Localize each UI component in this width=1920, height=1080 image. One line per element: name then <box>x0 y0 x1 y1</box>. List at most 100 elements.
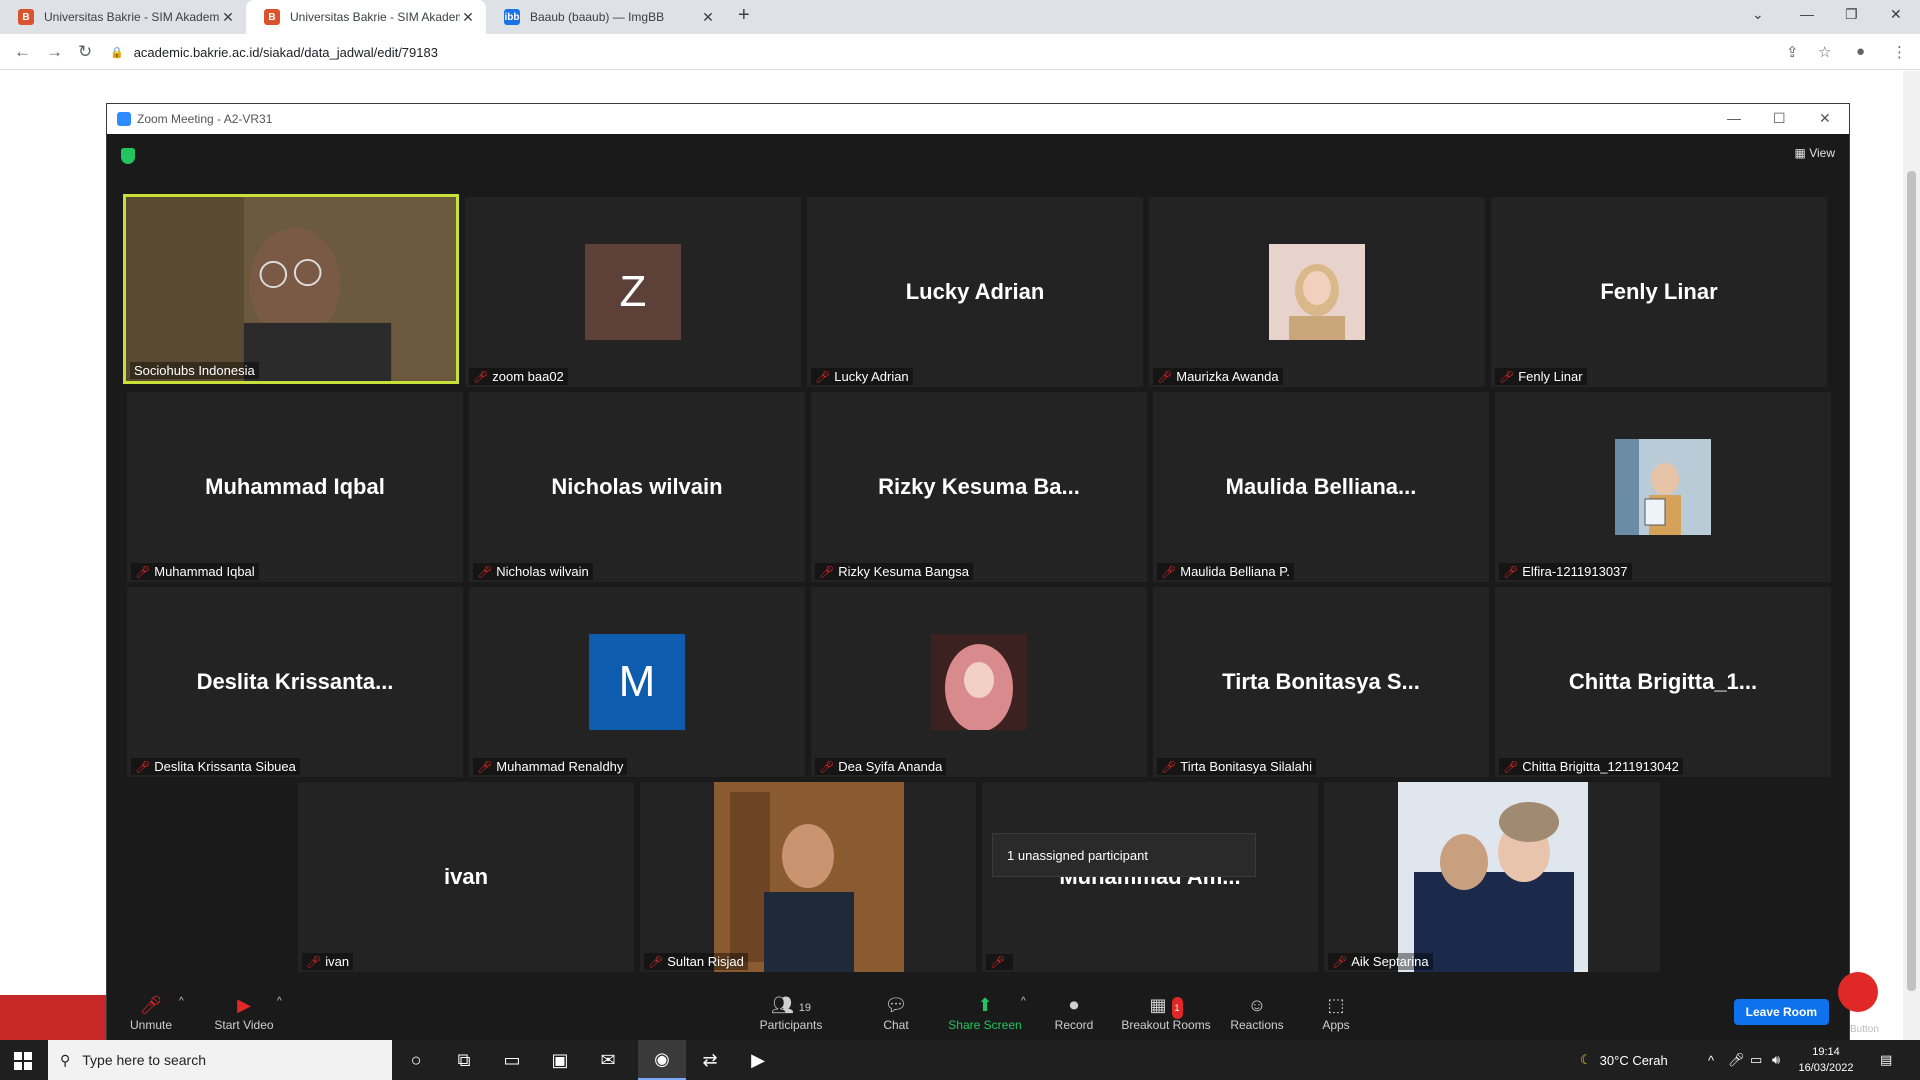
participants-button[interactable]: 👥︎ 19 Participants <box>746 994 836 1032</box>
participant-tile[interactable]: M 🎤︎ Muhammad Renaldhy <box>469 587 805 777</box>
close-tab-icon[interactable]: ✕ <box>700 9 716 26</box>
share-icon[interactable]: ⇪ <box>1786 43 1799 61</box>
reload-icon[interactable]: ↻ <box>78 42 92 62</box>
forward-arrow-icon[interactable]: → <box>46 42 63 62</box>
participant-tile[interactable]: Rizky Kesuma Ba... 🎤︎ Rizky Kesuma Bangsa <box>811 392 1147 582</box>
menu-kebab-icon[interactable]: ⋮ <box>1892 43 1907 61</box>
chrome-icon[interactable]: ◉ <box>638 1040 686 1080</box>
taskbar-search-input[interactable]: ⚲ Type here to search <box>48 1040 392 1080</box>
participant-tile[interactable]: Nicholas wilvain 🎤︎ Nicholas wilvain <box>469 392 805 582</box>
page-scrollbar[interactable] <box>1903 71 1920 1040</box>
browser-tab-2[interactable]: B Universitas Bakrie - SIM Akadem ✕ <box>246 0 486 34</box>
record-button[interactable]: ⏺︎ Record <box>1029 994 1119 1032</box>
zoom-minimize-button[interactable]: — <box>1727 110 1741 126</box>
participant-tile[interactable]: Muhammad Iqbal 🎤︎ Muhammad Iqbal <box>127 392 463 582</box>
new-tab-button[interactable]: + <box>738 4 750 27</box>
browser-tab-1[interactable]: B Universitas Bakrie - SIM Akadem ✕ <box>0 0 246 34</box>
share-screen-button[interactable]: ⬆︎ Share Screen <box>940 994 1030 1032</box>
close-tab-icon[interactable]: ✕ <box>220 9 236 26</box>
participant-tile[interactable]: Tirta Bonitasya S... 🎤︎ Tirta Bonitasya S… <box>1153 587 1489 777</box>
participant-name: Maurizka Awanda <box>1176 369 1279 384</box>
chat-label: Chat <box>883 1018 909 1032</box>
breakout-rooms-button[interactable]: ▦ 1 Breakout Rooms <box>1121 994 1211 1032</box>
audio-options-caret-icon[interactable]: ^ <box>179 996 184 1007</box>
tab-search-icon[interactable]: ⌄ <box>1752 6 1764 23</box>
start-video-button[interactable]: ▶︎ Start Video <box>199 994 289 1032</box>
chat-button[interactable]: 💬︎ Chat <box>851 994 941 1032</box>
reactions-button[interactable]: ☺︎ Reactions <box>1212 994 1302 1032</box>
task-view-icon[interactable]: ⧉ <box>440 1040 488 1080</box>
close-window-button[interactable]: ✕ <box>1890 6 1902 23</box>
meeting-controls-bar: 🎤︎ Unmute ^ ▶︎ Start Video ^ 👥︎ 19 Particip… <box>107 986 1849 1041</box>
participant-name: Nicholas wilvain <box>496 564 589 579</box>
address-bar[interactable]: 🔒 academic.bakrie.ac.id/siakad/data_jadw… <box>110 39 1770 65</box>
tray-overflow-icon[interactable]: ^ <box>1708 1040 1714 1080</box>
participant-tile[interactable]: Muhammad Am... 🎤︎ <box>982 782 1318 972</box>
zoom-app-icon[interactable]: ▶ <box>734 1040 782 1080</box>
browser-tab-3[interactable]: ibb Baaub (baaub) — ImgBB ✕ <box>486 0 726 34</box>
teamviewer-icon[interactable]: ⇄ <box>686 1040 734 1080</box>
gallery-view: ▦ View Sociohubs Indonesia Z 🎤︎ zoom baa0… <box>107 134 1849 986</box>
unassigned-participant-tooltip: 1 unassigned participant <box>992 833 1256 877</box>
floating-chat-button[interactable] <box>1838 972 1878 1012</box>
participant-tile[interactable]: 🎤︎ Dea Syifa Ananda <box>811 587 1147 777</box>
cortana-icon[interactable]: ○ <box>392 1040 440 1080</box>
muted-mic-icon: 🎤︎ <box>1157 369 1173 384</box>
restore-button[interactable]: ❐ <box>1845 6 1858 23</box>
share-screen-icon: ⬆︎ <box>977 995 993 1015</box>
participant-name: Maulida Belliana P. <box>1180 564 1290 579</box>
participant-tile[interactable]: 🎤︎ Maurizka Awanda <box>1149 197 1485 387</box>
taskbar-clock[interactable]: 19:14 16/03/2022 <box>1796 1044 1856 1076</box>
browser-toolbar: ← → ↻ 🔒 academic.bakrie.ac.id/siakad/dat… <box>0 34 1920 70</box>
file-explorer-icon[interactable]: ▭ <box>488 1040 536 1080</box>
view-label: View <box>1809 146 1835 160</box>
minimize-button[interactable]: — <box>1800 6 1814 22</box>
close-tab-icon[interactable]: ✕ <box>460 9 476 26</box>
muted-mic-icon: 🎤︎ <box>1503 564 1519 579</box>
apps-label: Apps <box>1322 1018 1350 1032</box>
zoom-close-button[interactable]: ✕ <box>1819 110 1831 127</box>
security-shield-icon[interactable] <box>121 148 135 164</box>
view-button[interactable]: ▦ View <box>1795 146 1835 160</box>
back-arrow-icon[interactable]: ← <box>14 42 31 62</box>
weather-widget[interactable]: ☾ 30°C Cerah <box>1580 1040 1668 1080</box>
notifications-icon[interactable]: ▤ <box>1880 1040 1892 1080</box>
participant-tile[interactable]: Deslita Krissanta... 🎤︎ Deslita Krissanta… <box>127 587 463 777</box>
share-options-caret-icon[interactable]: ^ <box>1021 996 1026 1007</box>
participant-display-name: Deslita Krissanta... <box>196 669 394 694</box>
participant-tile[interactable]: 🎤︎ Aik Septarina <box>1324 782 1660 972</box>
mail-icon[interactable]: ✉ <box>584 1040 632 1080</box>
profile-icon[interactable]: ● <box>1856 43 1865 60</box>
participant-tile-active-speaker[interactable]: Sociohubs Indonesia <box>123 194 459 384</box>
participant-tile[interactable]: ivan 🎤︎ ivan <box>298 782 634 972</box>
network-icon[interactable]: ▭ <box>1750 1040 1762 1080</box>
microphone-tray-icon[interactable]: 🎤︎ <box>1728 1040 1745 1080</box>
video-options-caret-icon[interactable]: ^ <box>277 996 282 1007</box>
leave-room-button[interactable]: Leave Room <box>1733 999 1829 1025</box>
volume-icon[interactable]: 🔊︎ <box>1772 1040 1780 1080</box>
participant-video <box>1324 782 1660 972</box>
participant-tile[interactable]: 🎤︎ Sultan Risjad <box>640 782 976 972</box>
participant-display-name: Muhammad Iqbal <box>205 474 385 499</box>
zoom-maximize-button[interactable]: ☐ <box>1773 110 1786 127</box>
apps-button[interactable]: ⬚ Apps <box>1291 994 1381 1032</box>
participant-tile[interactable]: Fenly Linar 🎤︎ Fenly Linar <box>1491 197 1827 387</box>
windows-start-icon[interactable] <box>14 1052 32 1070</box>
ub-favicon-icon: B <box>18 9 34 25</box>
muted-mic-icon: 🎤︎ <box>135 759 151 774</box>
participant-label: 🎤︎ Maurizka Awanda <box>1153 368 1283 385</box>
search-icon: ⚲ <box>60 1051 71 1068</box>
participant-name: Aik Septarina <box>1351 954 1429 969</box>
microsoft-store-icon[interactable]: ▣ <box>536 1040 584 1080</box>
participant-tile[interactable]: Chitta Brigitta_1... 🎤︎ Chitta Brigitta_1… <box>1495 587 1831 777</box>
start-video-label: Start Video <box>214 1018 274 1032</box>
participants-count: 19 <box>798 1002 812 1014</box>
bookmark-star-icon[interactable]: ☆ <box>1818 43 1831 61</box>
participant-tile[interactable]: Lucky Adrian 🎤︎ Lucky Adrian <box>807 197 1143 387</box>
participant-video <box>126 197 456 381</box>
zoom-meeting-window: Zoom Meeting - A2-VR31 — ☐ ✕ ▦ View Soci… <box>106 103 1850 1041</box>
participant-tile[interactable]: 🎤︎ Elfira-1211913037 <box>1495 392 1831 582</box>
zoom-title-bar: Zoom Meeting - A2-VR31 <box>107 104 1849 134</box>
participant-tile[interactable]: Z 🎤︎ zoom baa02 <box>465 197 801 387</box>
participant-tile[interactable]: Maulida Belliana... 🎤︎ Maulida Belliana P… <box>1153 392 1489 582</box>
